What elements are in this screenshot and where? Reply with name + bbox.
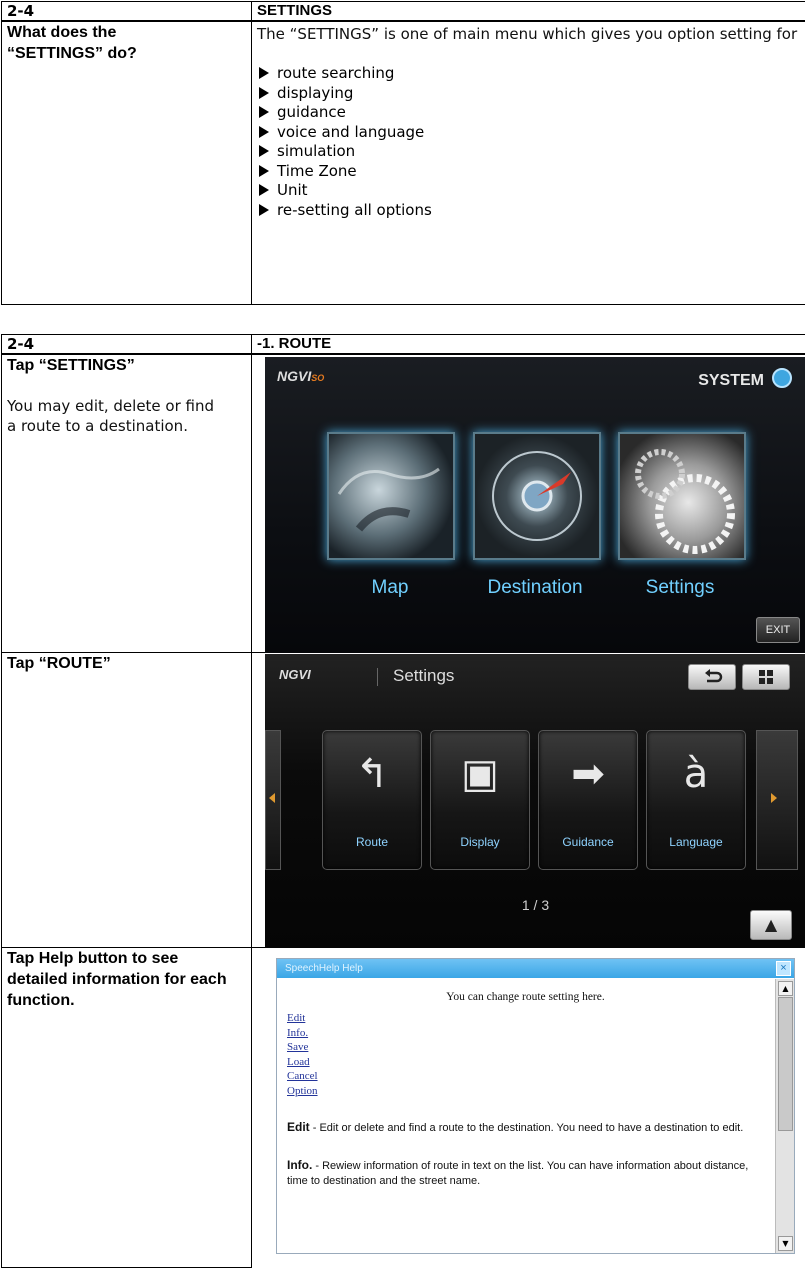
- back-button[interactable]: [688, 664, 736, 690]
- help-link-save[interactable]: Save: [287, 1040, 764, 1055]
- help-scrollbar[interactable]: ▲ ▼: [775, 979, 794, 1253]
- list-item: guidance: [257, 103, 805, 123]
- step-3-label: Tap Help button to see detailed informat…: [7, 948, 242, 1011]
- route-icon: ↰: [323, 751, 421, 797]
- title-separator: [377, 668, 378, 686]
- up-button[interactable]: ▲: [750, 910, 792, 940]
- step-1-label: Tap “SETTINGS”: [7, 355, 251, 376]
- settings-tile[interactable]: [618, 432, 746, 560]
- section-number: 2-4: [2, 2, 252, 22]
- destination-label: Destination: [455, 577, 615, 599]
- help-link-option[interactable]: Option: [287, 1084, 764, 1099]
- overview-body: The “SETTINGS” is one of main menu which…: [252, 21, 805, 304]
- map-tile[interactable]: [327, 432, 455, 560]
- help-link-cancel[interactable]: Cancel: [287, 1069, 764, 1084]
- help-intro: You can change route setting here.: [287, 991, 764, 1003]
- page-indicator: 1 / 3: [265, 897, 805, 913]
- step-1-cell: Tap “SETTINGS” You may edit, delete or f…: [2, 354, 252, 652]
- help-paragraph-edit: Edit - Edit or delete and find a route t…: [287, 1120, 764, 1136]
- grid-icon: [743, 665, 789, 689]
- section-number: 2-4: [2, 335, 252, 355]
- scroll-up-icon[interactable]: ▲: [778, 981, 793, 996]
- language-menu-tile[interactable]: àLanguage: [646, 730, 746, 870]
- help-link-load[interactable]: Load: [287, 1055, 764, 1070]
- close-icon[interactable]: ×: [776, 961, 791, 976]
- gear-icon: [772, 368, 792, 388]
- main-menu-screenshot: NGVISO SYSTEM Map Destination Settings E…: [265, 357, 805, 653]
- list-item: voice and language: [257, 123, 805, 143]
- next-page-button[interactable]: [756, 730, 798, 870]
- exit-button[interactable]: EXIT: [756, 617, 800, 643]
- up-arrow-icon: ▲: [765, 915, 777, 934]
- list-item: Unit: [257, 181, 805, 201]
- back-arrow-icon: [689, 665, 735, 689]
- help-link-edit[interactable]: Edit: [287, 1011, 764, 1026]
- screen-title: Settings: [393, 666, 454, 686]
- route-menu-tile[interactable]: ↰Route: [322, 730, 422, 870]
- map-label: Map: [310, 577, 470, 599]
- destination-tile[interactable]: [473, 432, 601, 560]
- bullet-triangle-icon: [259, 145, 269, 157]
- left-arrow-icon: [269, 793, 275, 803]
- bullet-triangle-icon: [259, 204, 269, 216]
- help-title-bar: SpeechHelp Help×: [277, 959, 794, 978]
- list-item: Time Zone: [257, 162, 805, 182]
- list-item: displaying: [257, 84, 805, 104]
- language-icon: à: [647, 751, 745, 797]
- options-list: route searching displaying guidance voic…: [257, 64, 805, 220]
- guidance-menu-tile[interactable]: ➡Guidance: [538, 730, 638, 870]
- scroll-down-icon[interactable]: ▼: [778, 1236, 793, 1251]
- display-icon: ▣: [431, 751, 529, 797]
- step-2-cell: Tap “ROUTE”: [2, 652, 252, 947]
- section-title: -1. ROUTE: [252, 335, 805, 355]
- right-arrow-icon: [771, 793, 777, 803]
- help-window-screenshot: SpeechHelp Help× You can change route se…: [276, 958, 795, 1254]
- settings-menu-screenshot: NGVI Settings ↰Route ▣Display ➡Guidance …: [265, 654, 805, 948]
- help-link-info[interactable]: Info.: [287, 1026, 764, 1041]
- settings-label: Settings: [600, 577, 760, 599]
- question-label: What does the “SETTINGS” do?: [2, 21, 252, 304]
- step-3-cell: Tap Help button to see detailed informat…: [2, 947, 252, 1267]
- gears-icon: [620, 434, 744, 558]
- system-button[interactable]: SYSTEM: [698, 368, 792, 390]
- prev-page-button[interactable]: [265, 730, 281, 870]
- compass-icon: [475, 434, 599, 558]
- bullet-triangle-icon: [259, 126, 269, 138]
- list-item: route searching: [257, 64, 805, 84]
- bullet-triangle-icon: [259, 67, 269, 79]
- brand-logo: NGVI: [279, 667, 311, 682]
- help-paragraph-info: Info. - Rewiew information of route in t…: [287, 1158, 764, 1189]
- step-1-desc: You may edit, delete or find a route to …: [7, 396, 227, 436]
- signpost-icon: ➡: [539, 751, 637, 797]
- section-title: SETTINGS: [252, 2, 805, 22]
- settings-overview-table: 2-4 SETTINGS What does the “SETTINGS” do…: [1, 1, 805, 305]
- bullet-triangle-icon: [259, 184, 269, 196]
- list-item: re-setting all options: [257, 201, 805, 221]
- scroll-thumb[interactable]: [778, 997, 793, 1131]
- list-item: simulation: [257, 142, 805, 162]
- bullet-triangle-icon: [259, 106, 269, 118]
- grid-menu-button[interactable]: [742, 664, 790, 690]
- bullet-triangle-icon: [259, 165, 269, 177]
- brand-logo: NGVISO: [277, 368, 324, 384]
- bullet-triangle-icon: [259, 87, 269, 99]
- display-menu-tile[interactable]: ▣Display: [430, 730, 530, 870]
- step-2-label: Tap “ROUTE”: [7, 653, 251, 674]
- globe-icon: [329, 434, 453, 558]
- intro-text: The “SETTINGS” is one of main menu which…: [257, 22, 805, 44]
- help-content: You can change route setting here. Edit …: [277, 979, 774, 1253]
